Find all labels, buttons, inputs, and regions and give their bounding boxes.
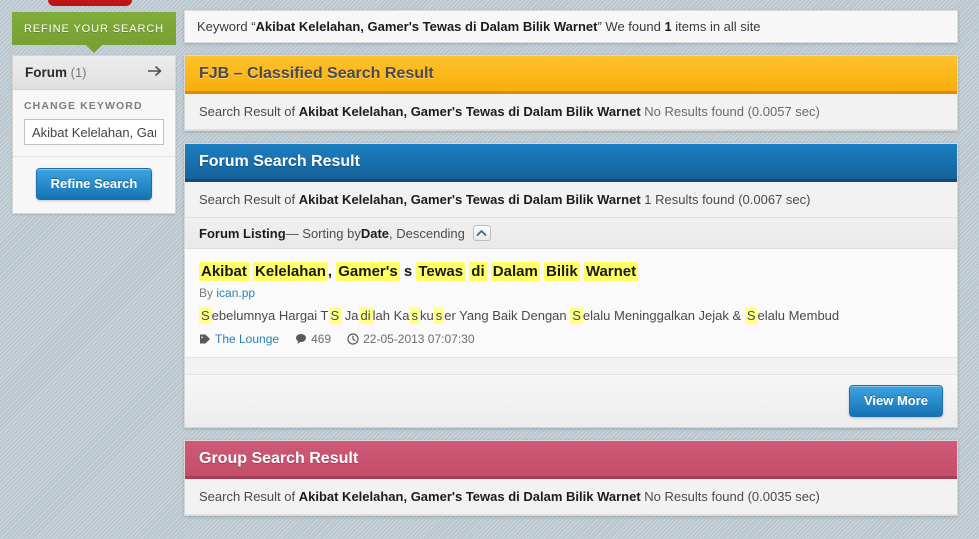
forum-count: (1) (70, 65, 87, 80)
keyword-input[interactable] (24, 119, 164, 145)
group-title: Group Search Result (199, 449, 359, 467)
refine-sidebar: REFINE YOUR SEARCH Forum (1) CHANGE KEYW… (12, 12, 176, 214)
highlight-term: S (328, 306, 342, 324)
plain-text: elalu Meninggalkan Jejak & (582, 307, 745, 323)
view-more-button[interactable]: View More (848, 385, 943, 418)
forum-listing-bar: Forum Listing — Sorting by Date, Descend… (185, 218, 957, 249)
results-column: Keyword “Akibat Kelelahan, Gamer's Tewas… (184, 10, 958, 517)
fjb-sub-prefix: Search Result of (199, 104, 299, 119)
result-timestamp: 22-05-2013 07:07:30 (347, 332, 475, 347)
comment-count: 469 (311, 332, 332, 347)
highlight-term: Kelelahan (253, 262, 328, 281)
refine-header-label: REFINE YOUR SEARCH (23, 22, 165, 35)
refine-search-button[interactable]: Refine Search (35, 168, 153, 200)
group-panel: Group Search Result Search Result of Aki… (184, 440, 958, 517)
view-more-row: View More (185, 375, 957, 428)
plain-text: elalu Membud (757, 307, 840, 323)
keyword-suffix: items in all site (671, 19, 761, 34)
forum-sub-status: 1 Results found (0.0067 sec) (640, 192, 811, 207)
search-results-page: REFINE YOUR SEARCH Forum (1) CHANGE KEYW… (0, 0, 979, 539)
group-sub-status: No Results found (0.0035 sec) (640, 489, 820, 505)
plain-text: er Yang Baik Dengan (444, 307, 571, 323)
group-panel-header: Group Search Result (185, 441, 957, 480)
change-keyword-block: CHANGE KEYWORD (13, 90, 175, 157)
keyword-prefix: Keyword “ (197, 19, 256, 34)
result-comments: 469 (295, 332, 331, 346)
result-snippet: Sebelumnya Hargai TS Ja di lah Ka s ku s er Ya… (199, 306, 943, 326)
highlight-term: Warnet (583, 262, 639, 281)
group-sub-keyword: Akibat Kelelahan, Gamer's Tewas di Dalam… (298, 489, 641, 505)
forum-sub-keyword: Akibat Kelelahan, Gamer's Tewas di Dalam… (298, 192, 641, 207)
forum-panel: Forum Search Result Search Result of Aki… (184, 143, 958, 429)
highlight-term: di (358, 306, 373, 324)
highlight-term: Bilik (544, 262, 580, 281)
fjb-title: FJB – Classified Search Result (199, 64, 434, 82)
forum-label: Forum (25, 65, 67, 80)
by-label: By (199, 285, 214, 300)
chevron-up-icon[interactable] (472, 225, 491, 241)
plain-text: , (327, 263, 337, 280)
highlight-term: di (469, 262, 487, 281)
result-title[interactable]: Akibat Kelelahan, Gamer's s Tewas di Dal… (199, 261, 943, 283)
forum-listing-dash: — Sorting by (285, 225, 361, 241)
result-author-line: By ican.pp (199, 286, 943, 300)
forum-listing-order: , Descending (389, 225, 465, 241)
result-tag[interactable]: The Lounge (199, 332, 279, 346)
highlight-term: s (409, 306, 421, 324)
plain-text: lah Ka (372, 307, 410, 323)
forum-panel-header: Forum Search Result (185, 144, 957, 182)
fjb-sub-status: No Results found (0.0057 sec) (640, 104, 820, 119)
plain-text: ebelumnya Hargai T (211, 307, 329, 323)
fjb-panel: FJB – Classified Search Result Search Re… (184, 55, 958, 131)
forum-row-text: Forum (1) (25, 65, 87, 80)
tag-icon (199, 333, 211, 345)
comment-icon (295, 333, 307, 345)
plain-text: Ja (341, 307, 359, 323)
fjb-panel-header: FJB – Classified Search Result (185, 56, 957, 94)
forum-listing-sort[interactable]: Date (361, 226, 389, 241)
highlight-term: S (570, 306, 583, 324)
highlight-term: s (433, 306, 445, 324)
refine-your-search-header: REFINE YOUR SEARCH (12, 12, 176, 53)
fjb-summary: Search Result of Akibat Kelelahan, Gamer… (185, 94, 957, 130)
highlight-term: S (199, 306, 212, 324)
forum-result-list: Akibat Kelelahan, Gamer's s Tewas di Dal… (185, 249, 957, 358)
result-meta: The Lounge 469 22-05-2013 07:07:30 (199, 332, 943, 346)
refine-button-wrap: Refine Search (13, 157, 175, 213)
forum-listing-label: Forum Listing (199, 225, 286, 241)
forum-summary: Search Result of Akibat Kelelahan, Gamer… (185, 182, 957, 218)
highlight-term: Tewas (416, 262, 466, 281)
group-sub-prefix: Search Result of (199, 489, 299, 505)
plain-text: ku (420, 307, 434, 323)
result-divider (185, 357, 957, 376)
clock-icon (347, 333, 359, 345)
highlight-term: Akibat (199, 262, 249, 281)
keyword-summary-bar: Keyword “Akibat Kelelahan, Gamer's Tewas… (184, 10, 958, 43)
highlight-term: Dalam (490, 262, 540, 281)
top-red-tab[interactable] (48, 0, 132, 6)
highlight-term: Gamer's (336, 262, 400, 281)
change-keyword-label: CHANGE KEYWORD (24, 100, 143, 112)
keyword-result-count: 1 (664, 19, 672, 34)
timestamp-text: 22-05-2013 07:07:30 (363, 332, 475, 347)
highlight-term: S (744, 306, 758, 324)
arrow-right-icon (147, 65, 163, 80)
tag-link[interactable]: The Lounge (215, 332, 279, 346)
forum-sub-prefix: Search Result of (199, 192, 299, 207)
keyword-text: Akibat Kelelahan, Gamer's Tewas di Dalam… (255, 19, 598, 34)
fjb-sub-keyword: Akibat Kelelahan, Gamer's Tewas di Dalam… (298, 104, 641, 119)
list-item: Akibat Kelelahan, Gamer's s Tewas di Dal… (199, 261, 943, 346)
sidebar-item-forum[interactable]: Forum (1) (13, 56, 175, 90)
plain-text: s (403, 263, 413, 280)
author-link[interactable]: ican.pp (216, 286, 255, 300)
forum-title: Forum Search Result (199, 152, 360, 170)
group-summary: Search Result of Akibat Kelelahan, Gamer… (185, 479, 957, 516)
keyword-middle: ” We found (597, 19, 665, 34)
refine-panel: Forum (1) CHANGE KEYWORD Refine Search (12, 55, 176, 214)
